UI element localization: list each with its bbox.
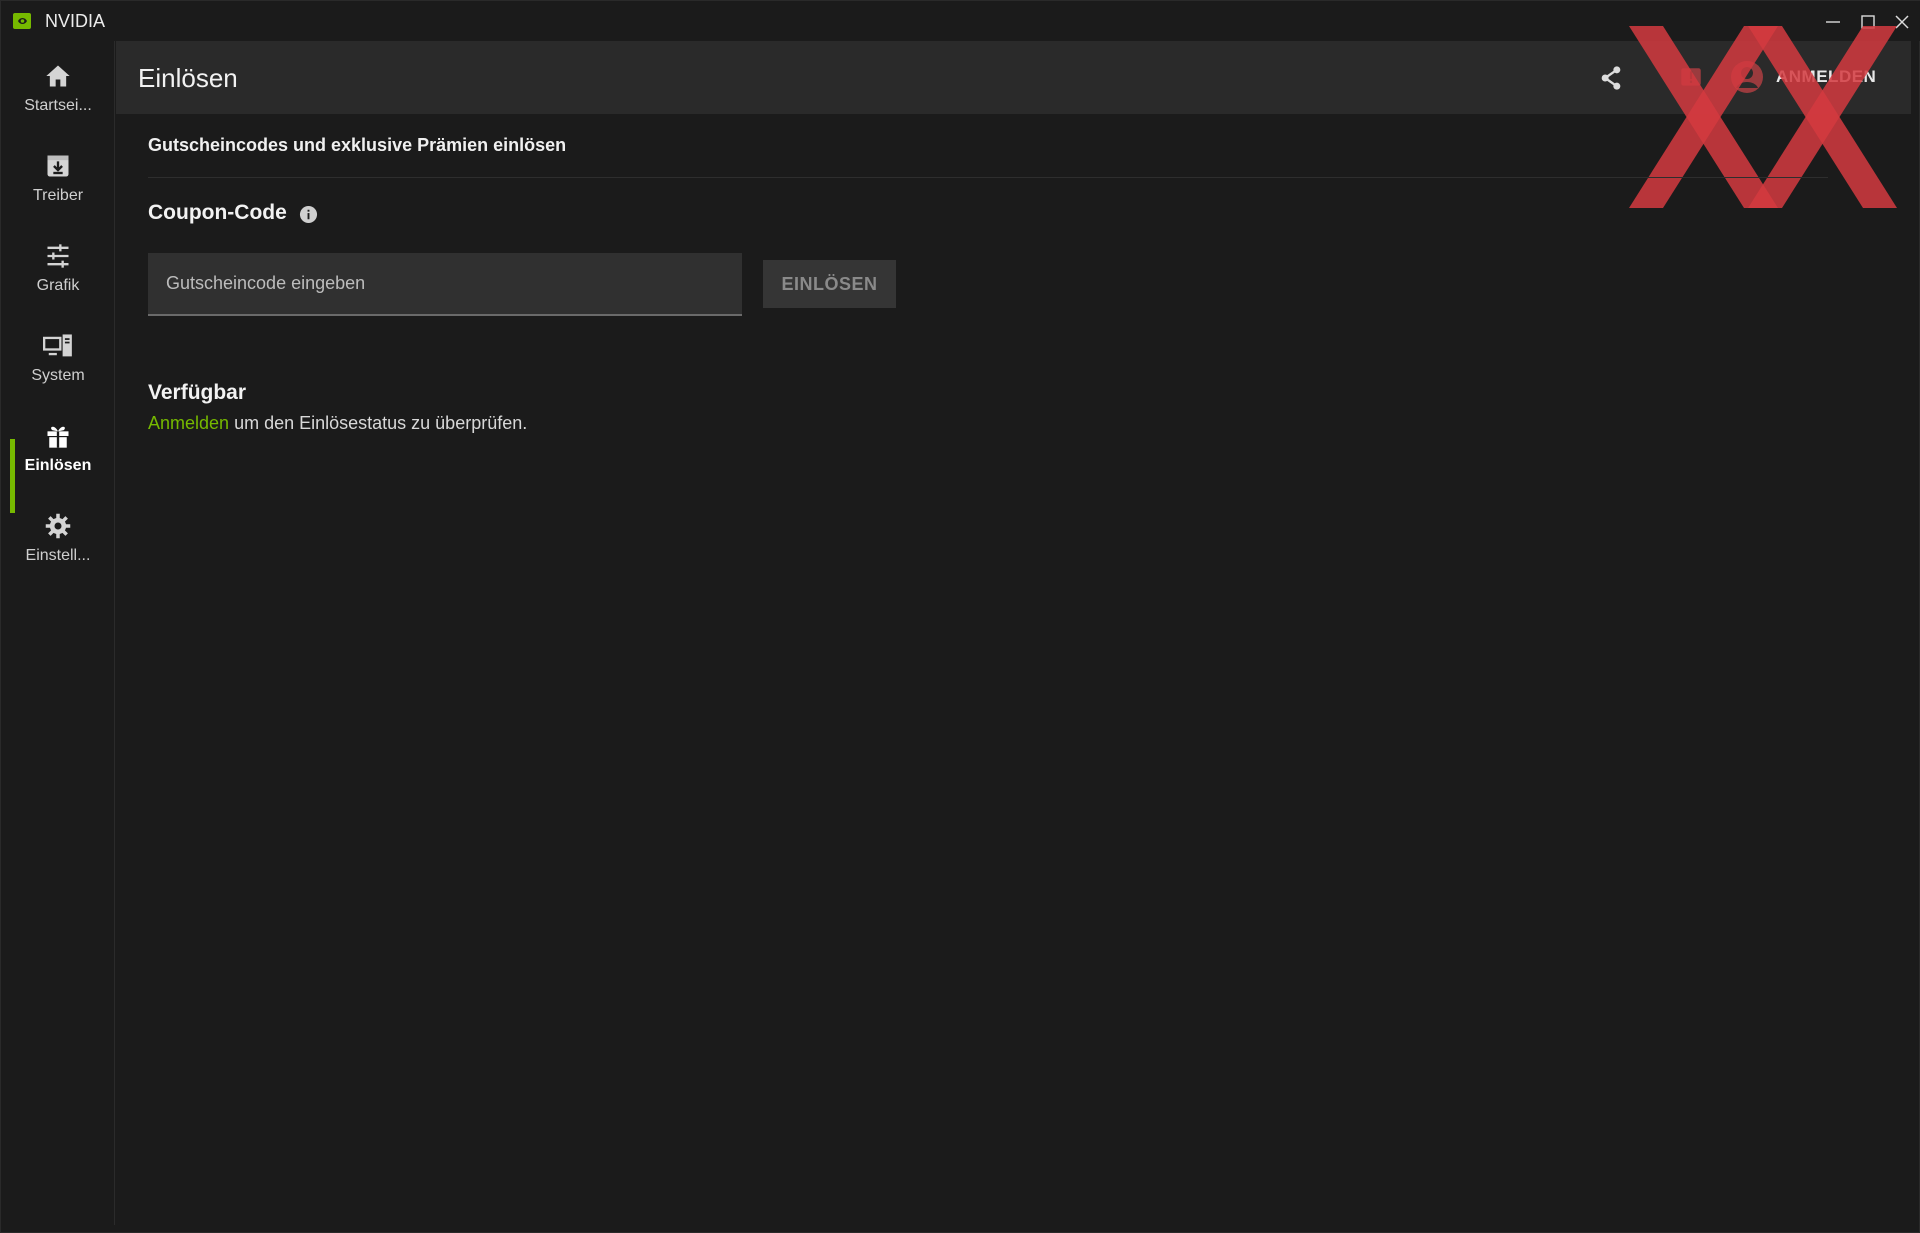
gift-icon: [41, 419, 75, 453]
available-heading: Verfügbar: [148, 381, 247, 404]
sidebar-item-home[interactable]: Startsei...: [1, 49, 115, 129]
nvidia-logo-icon: [13, 13, 31, 29]
redeem-button[interactable]: EINLÖSEN: [763, 260, 896, 308]
close-icon: [1895, 15, 1909, 29]
login-link[interactable]: Anmelden: [148, 413, 229, 433]
notification-button[interactable]: [1674, 61, 1708, 95]
app-title: NVIDIA: [45, 11, 106, 31]
section-subtitle: Gutscheincodes und exklusive Prämien ein…: [148, 135, 567, 155]
share-icon: [1601, 66, 1621, 90]
driver-download-icon: [41, 149, 75, 183]
share-button[interactable]: [1594, 61, 1628, 95]
close-button[interactable]: [1885, 5, 1919, 39]
sidebar-item-settings[interactable]: Einstell...: [1, 499, 115, 579]
available-status-message: um den Einlösestatus zu überprüfen.: [229, 413, 528, 433]
sidebar-item-label: Einstell...: [25, 547, 91, 564]
notification-icon: [1681, 68, 1701, 86]
sidebar-item-redeem[interactable]: Einlösen: [1, 409, 115, 489]
page-title: Einlösen: [138, 63, 238, 93]
sidebar-item-label: Einlösen: [24, 457, 92, 474]
available-status-text: Anmelden um den Einlösestatus zu überprü…: [148, 413, 527, 434]
home-icon: [41, 59, 75, 93]
divider: [148, 177, 1828, 178]
app-window: NVIDIA Startsei... Treiber Grafik System…: [0, 0, 1920, 1233]
sidebar-item-drivers[interactable]: Treiber: [1, 139, 115, 219]
gear-icon: [41, 509, 75, 543]
minimize-icon: [1826, 21, 1840, 23]
maximize-button[interactable]: [1851, 5, 1885, 39]
minimize-button[interactable]: [1816, 5, 1850, 39]
sliders-icon: [41, 239, 75, 273]
sidebar-item-system[interactable]: System: [1, 319, 115, 399]
user-avatar-icon[interactable]: [1728, 58, 1766, 96]
maximize-icon: [1861, 15, 1875, 29]
page-header: Einlösen ANMELDEN: [116, 41, 1911, 114]
title-bar: NVIDIA: [1, 1, 1920, 41]
system-monitor-icon: [41, 329, 75, 363]
sidebar-item-label: Startsei...: [24, 97, 92, 114]
login-button[interactable]: ANMELDEN: [1776, 67, 1876, 87]
sidebar-item-label: System: [31, 367, 85, 384]
sidebar-item-label: Treiber: [32, 187, 84, 204]
coupon-code-input[interactable]: [148, 253, 742, 316]
coupon-code-heading: Coupon-Code: [148, 201, 287, 224]
sidebar-item-label: Grafik: [36, 277, 80, 294]
sidebar-item-graphics[interactable]: Grafik: [1, 229, 115, 309]
sidebar: Startsei... Treiber Grafik System Einlös…: [1, 41, 115, 1225]
info-icon[interactable]: [299, 205, 318, 224]
